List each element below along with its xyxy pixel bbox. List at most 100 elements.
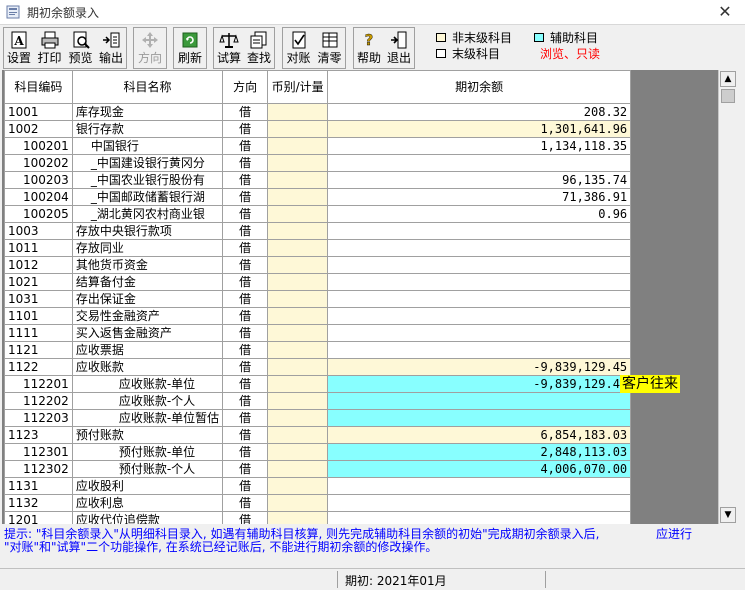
cell-currency[interactable] [267, 409, 329, 427]
cell-direction[interactable]: 借 [222, 477, 269, 495]
cell-name[interactable]: 存放中央银行款项 [71, 222, 224, 240]
cell-name[interactable]: 中国银行 [71, 137, 224, 155]
cell-name[interactable]: _中国农业银行股份有 [71, 171, 224, 189]
cell-direction[interactable]: 借 [222, 324, 269, 342]
cell-direction[interactable]: 借 [222, 409, 269, 427]
table-row[interactable]: 112201 应收账款-单位借 -9,839,129.45 [4, 375, 632, 393]
cell-opening-balance[interactable] [327, 477, 632, 495]
cell-currency[interactable] [267, 324, 329, 342]
cell-name[interactable]: 结算备付金 [71, 273, 224, 291]
cell-code[interactable]: 1011 [4, 239, 73, 257]
table-row[interactable]: 1012 其他货币资金借 [4, 256, 632, 274]
cell-code[interactable]: 100204 [4, 188, 73, 206]
cell-opening-balance[interactable] [327, 154, 632, 172]
cell-currency[interactable] [267, 511, 329, 524]
cell-name[interactable]: 应收账款-单位暂估 [71, 409, 224, 427]
cell-code[interactable]: 112301 [4, 443, 73, 461]
cell-currency[interactable] [267, 120, 329, 138]
cell-currency[interactable] [267, 273, 329, 291]
cell-code[interactable]: 112302 [4, 460, 73, 478]
cell-name[interactable]: 存放同业 [71, 239, 224, 257]
cell-name[interactable]: 应收代位追偿款 [71, 511, 224, 524]
table-row[interactable]: 112302 预付账款-个人借 4,006,070.00 [4, 460, 632, 478]
cell-name[interactable]: _中国邮政储蓄银行湖 [71, 188, 224, 206]
cell-name[interactable]: 预付账款-个人 [71, 460, 224, 478]
cell-currency[interactable] [267, 392, 329, 410]
cell-name[interactable]: 应收账款 [71, 358, 224, 376]
table-row[interactable]: 1031 存出保证金借 [4, 290, 632, 308]
cell-opening-balance[interactable] [327, 256, 632, 274]
cell-opening-balance[interactable]: 71,386.91 [327, 188, 632, 206]
table-row[interactable]: 1001 库存现金借 208.32 [4, 103, 632, 121]
cell-opening-balance[interactable] [327, 324, 632, 342]
table-row[interactable]: 1101 交易性金融资产借 [4, 307, 632, 325]
cell-direction[interactable]: 借 [222, 239, 269, 257]
cell-name[interactable]: _中国建设银行黄冈分 [71, 154, 224, 172]
cell-direction[interactable]: 借 [222, 443, 269, 461]
cell-name[interactable]: 库存现金 [71, 103, 224, 121]
print-button[interactable]: 打印 [34, 28, 65, 68]
cell-currency[interactable] [267, 137, 329, 155]
cell-code[interactable]: 1001 [4, 103, 73, 121]
cell-opening-balance[interactable]: 6,854,183.03 [327, 426, 632, 444]
cell-opening-balance[interactable]: -9,839,129.45 [327, 375, 632, 393]
table-row[interactable]: 100205 _湖北黄冈农村商业银借 0.96 [4, 205, 632, 223]
cell-direction[interactable]: 借 [222, 460, 269, 478]
header-direction[interactable]: 方向 [222, 70, 269, 104]
cell-name[interactable]: _湖北黄冈农村商业银 [71, 205, 224, 223]
cell-opening-balance[interactable]: 1,134,118.35 [327, 137, 632, 155]
cell-opening-balance[interactable] [327, 222, 632, 240]
cell-opening-balance[interactable] [327, 290, 632, 308]
cell-name[interactable]: 应收股利 [71, 477, 224, 495]
refresh-button[interactable]: 刷新 [174, 28, 206, 68]
cell-code[interactable]: 112203 [4, 409, 73, 427]
cell-code[interactable]: 1031 [4, 290, 73, 308]
cell-opening-balance[interactable]: 1,301,641.96 [327, 120, 632, 138]
cell-direction[interactable]: 借 [222, 137, 269, 155]
cell-code[interactable]: 1201 [4, 511, 73, 524]
cell-code[interactable]: 1101 [4, 307, 73, 325]
cell-name[interactable]: 预付账款 [71, 426, 224, 444]
cell-currency[interactable] [267, 426, 329, 444]
cell-name[interactable]: 买入返售金融资产 [71, 324, 224, 342]
cell-name[interactable]: 银行存款 [71, 120, 224, 138]
table-row[interactable]: 112203 应收账款-单位暂估借 [4, 409, 632, 427]
cell-name[interactable]: 预付账款-单位 [71, 443, 224, 461]
cell-currency[interactable] [267, 154, 329, 172]
cell-code[interactable]: 100203 [4, 171, 73, 189]
cell-code[interactable]: 1121 [4, 341, 73, 359]
cell-code[interactable]: 1132 [4, 494, 73, 512]
cell-currency[interactable] [267, 460, 329, 478]
cell-currency[interactable] [267, 341, 329, 359]
cell-currency[interactable] [267, 256, 329, 274]
cell-code[interactable]: 1122 [4, 358, 73, 376]
close-button[interactable]: ✕ [705, 0, 745, 24]
cell-opening-balance[interactable] [327, 273, 632, 291]
cell-currency[interactable] [267, 375, 329, 393]
cell-direction[interactable]: 借 [222, 273, 269, 291]
cell-currency[interactable] [267, 307, 329, 325]
table-row[interactable]: 1201 应收代位追偿款借 [4, 511, 632, 524]
cell-name[interactable]: 应收利息 [71, 494, 224, 512]
header-name[interactable]: 科目名称 [71, 70, 224, 104]
cell-direction[interactable]: 借 [222, 171, 269, 189]
cell-opening-balance[interactable]: 4,006,070.00 [327, 460, 632, 478]
vertical-scrollbar[interactable]: ▲ ▼ [718, 70, 736, 524]
cell-direction[interactable]: 借 [222, 154, 269, 172]
cell-code[interactable]: 100202 [4, 154, 73, 172]
table-row[interactable]: 1011 存放同业借 [4, 239, 632, 257]
cell-opening-balance[interactable] [327, 494, 632, 512]
cell-code[interactable]: 1021 [4, 273, 73, 291]
cell-currency[interactable] [267, 188, 329, 206]
header-currency[interactable]: 币别/计量 [267, 70, 329, 104]
reconcile-button[interactable]: 对账 [283, 28, 314, 68]
cell-name[interactable]: 交易性金融资产 [71, 307, 224, 325]
cell-currency[interactable] [267, 205, 329, 223]
export-button[interactable]: 输出 [96, 28, 126, 68]
cell-code[interactable]: 112202 [4, 392, 73, 410]
cell-currency[interactable] [267, 103, 329, 121]
cell-currency[interactable] [267, 171, 329, 189]
cell-code[interactable]: 1131 [4, 477, 73, 495]
header-code[interactable]: 科目编码 [4, 70, 73, 104]
cell-currency[interactable] [267, 290, 329, 308]
